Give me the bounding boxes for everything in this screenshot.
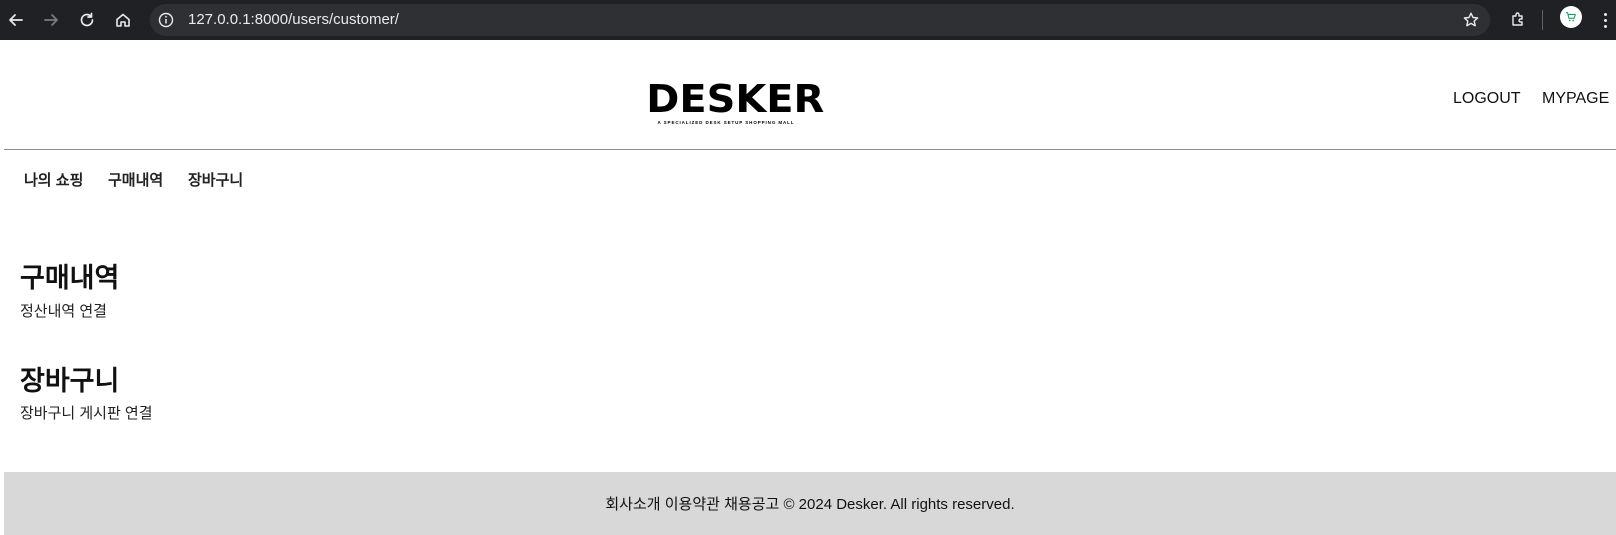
back-arrow-icon (9, 14, 23, 26)
reload-icon (80, 12, 94, 27)
mypage-link[interactable]: MYPAGE (1542, 90, 1609, 108)
footer-text: 회사소개 이용약관 채용공고 © 2024 Desker. All rights… (605, 496, 1015, 513)
profile-avatar[interactable] (1560, 6, 1582, 28)
subnav-purchase-history[interactable]: 구매내역 (108, 169, 163, 190)
home-icon (116, 13, 130, 27)
browser-menu-button[interactable] (1598, 7, 1612, 33)
site-logo[interactable]: DESKER A SPECIALIZED DESK SETUP SHOPPING… (646, 80, 824, 125)
page-content: DESKER A SPECIALIZED DESK SETUP SHOPPING… (0, 40, 1616, 535)
home-button[interactable] (110, 7, 136, 33)
back-button[interactable] (3, 7, 29, 33)
url-text[interactable]: 127.0.0.1:8000/users/customer/ (188, 11, 399, 28)
puzzle-icon (1512, 12, 1523, 26)
menu-dot (1603, 18, 1607, 22)
purchase-history-title: 구매내역 (20, 263, 120, 293)
menu-dot (1603, 12, 1607, 16)
purchase-history-description: 정산내역 연결 (20, 303, 107, 320)
logo-text: DESKER (646, 77, 825, 121)
extensions-button[interactable] (1505, 7, 1531, 33)
browser-toolbar: 127.0.0.1:8000/users/customer/ (0, 0, 1616, 40)
cart-description: 장바구니 게시판 연결 (20, 405, 153, 422)
site-header: DESKER A SPECIALIZED DESK SETUP SHOPPING… (4, 40, 1616, 150)
cart-icon (1565, 12, 1576, 22)
bookmark-star-icon[interactable] (1462, 11, 1480, 29)
site-info-icon[interactable] (158, 12, 174, 28)
forward-arrow-icon (44, 14, 58, 26)
address-bar[interactable]: 127.0.0.1:8000/users/customer/ (150, 4, 1490, 36)
subnav-my-shopping[interactable]: 나의 쇼핑 (24, 169, 83, 190)
toolbar-separator (1542, 10, 1543, 30)
reload-button[interactable] (74, 7, 100, 33)
logout-link[interactable]: LOGOUT (1453, 90, 1521, 108)
subnav-cart[interactable]: 장바구니 (188, 169, 243, 190)
site-footer: 회사소개 이용약관 채용공고 © 2024 Desker. All rights… (4, 472, 1616, 535)
menu-dot (1603, 24, 1607, 28)
forward-button[interactable] (38, 7, 64, 33)
cart-title: 장바구니 (20, 366, 120, 396)
